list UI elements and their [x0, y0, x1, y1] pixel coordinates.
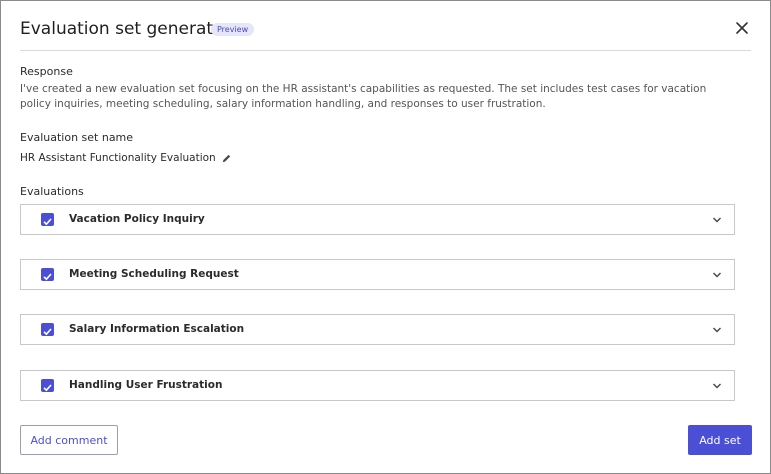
evaluation-checkbox[interactable]	[41, 268, 54, 281]
evaluation-label: Handling User Frustration	[69, 379, 223, 391]
close-icon[interactable]	[733, 19, 751, 37]
evaluation-checkbox[interactable]	[41, 323, 54, 336]
evaluation-set-generator-dialog: Evaluation set generator Preview Respons…	[0, 0, 771, 474]
add-comment-button[interactable]: Add comment	[20, 425, 118, 455]
evaluation-checkbox[interactable]	[41, 213, 54, 226]
evaluation-item[interactable]: Salary Information Escalation	[20, 314, 735, 345]
chevron-down-icon[interactable]	[712, 325, 722, 335]
chevron-down-icon[interactable]	[712, 270, 722, 280]
response-label: Response	[20, 65, 73, 78]
dialog-header: Evaluation set generator Preview	[20, 17, 751, 51]
evaluation-label: Meeting Scheduling Request	[69, 268, 239, 280]
evaluation-checkbox[interactable]	[41, 379, 54, 392]
dialog-title: Evaluation set generator	[20, 19, 231, 39]
evaluations-label: Evaluations	[20, 185, 84, 198]
set-name-row: HR Assistant Functionality Evaluation	[20, 152, 232, 164]
evaluation-item[interactable]: Vacation Policy Inquiry	[20, 204, 735, 235]
set-name-value: HR Assistant Functionality Evaluation	[20, 152, 216, 164]
chevron-down-icon[interactable]	[712, 381, 722, 391]
checkmark-icon	[43, 384, 52, 392]
response-text: I've created a new evaluation set focusi…	[20, 83, 707, 110]
preview-badge: Preview	[211, 23, 255, 36]
evaluation-item[interactable]: Meeting Scheduling Request	[20, 259, 735, 290]
pencil-icon[interactable]	[221, 153, 232, 164]
evaluation-label: Salary Information Escalation	[69, 323, 245, 335]
evaluation-label: Vacation Policy Inquiry	[69, 213, 205, 225]
chevron-down-icon[interactable]	[712, 215, 722, 225]
evaluation-item[interactable]: Handling User Frustration	[20, 370, 735, 401]
checkmark-icon	[43, 328, 52, 336]
add-set-button[interactable]: Add set	[688, 425, 752, 455]
checkmark-icon	[43, 218, 52, 226]
set-name-label: Evaluation set name	[20, 131, 134, 144]
checkmark-icon	[43, 273, 52, 281]
